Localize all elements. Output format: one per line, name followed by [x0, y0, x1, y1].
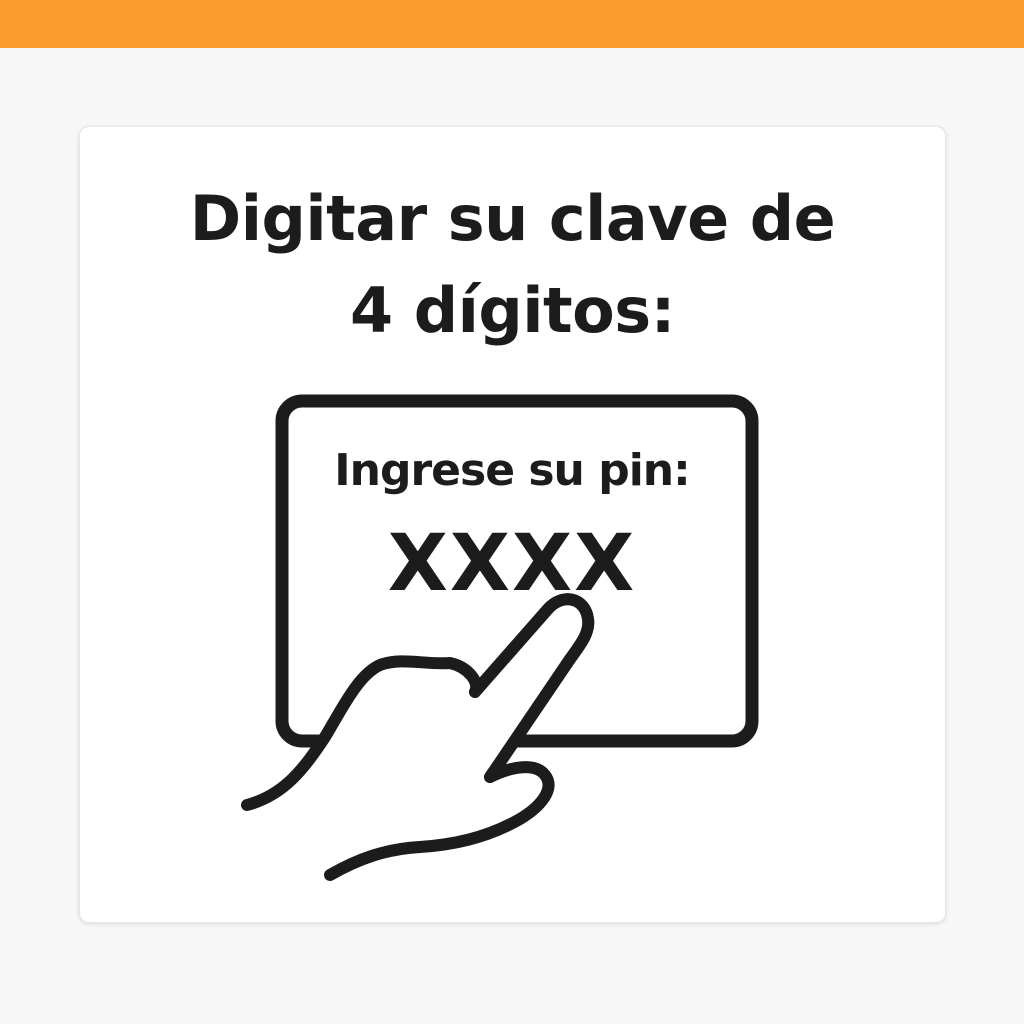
top-accent-bar — [0, 0, 1024, 48]
pin-instruction-card: Digitar su clave de 4 dígitos: Ingrese s… — [79, 126, 946, 923]
pin-masked-value: XXXX — [387, 519, 637, 609]
pin-prompt-label: Ingrese su pin: — [334, 445, 690, 496]
pin-pad-screen: Ingrese su pin: XXXX — [282, 401, 742, 731]
